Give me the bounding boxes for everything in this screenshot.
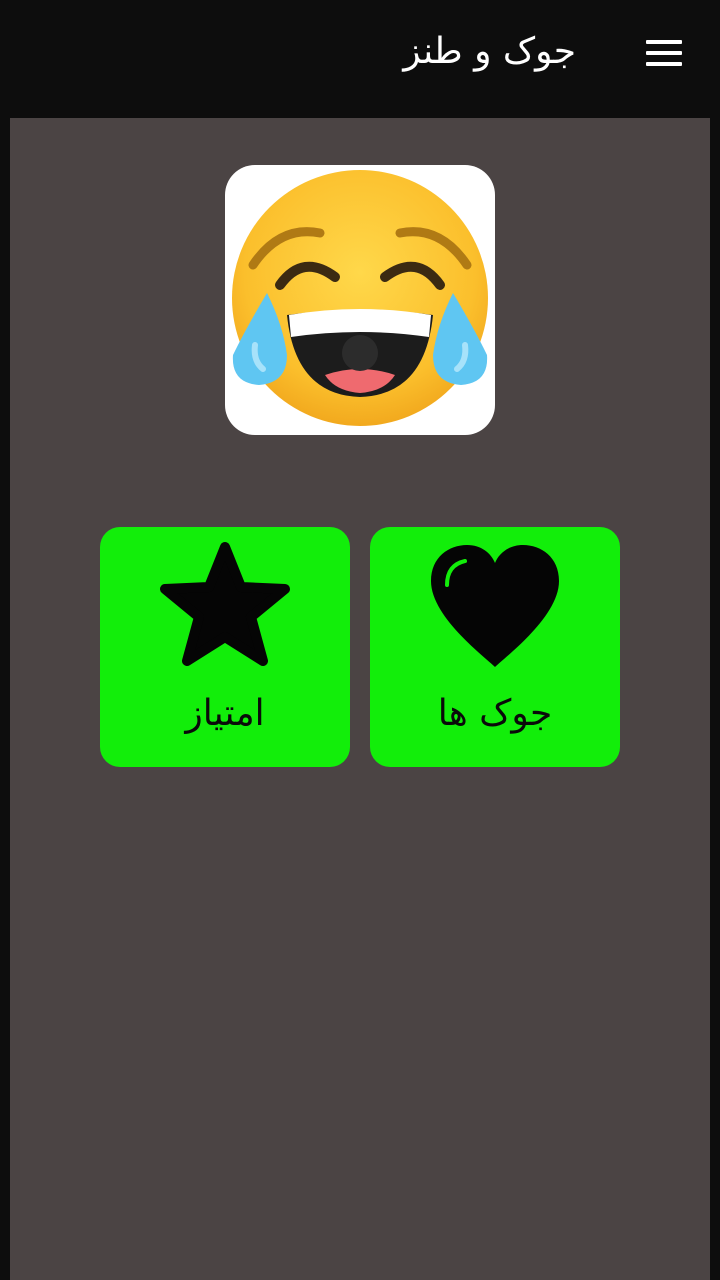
jokes-button-label: جوک ها	[437, 693, 553, 734]
app-bar: جوک و طنز	[0, 0, 720, 118]
rate-button-label: امتیاز	[185, 693, 265, 734]
app-title: جوک و طنز	[403, 31, 576, 72]
main-content: امتیاز جوک ها	[10, 118, 710, 1280]
heart-icon	[431, 545, 559, 667]
rate-button[interactable]: امتیاز	[100, 527, 350, 767]
laughing-tears-emoji-icon	[232, 170, 488, 426]
jokes-button[interactable]: جوک ها	[370, 527, 620, 767]
menu-button[interactable]	[634, 28, 694, 78]
star-icon	[160, 542, 290, 666]
app-logo	[225, 165, 495, 435]
